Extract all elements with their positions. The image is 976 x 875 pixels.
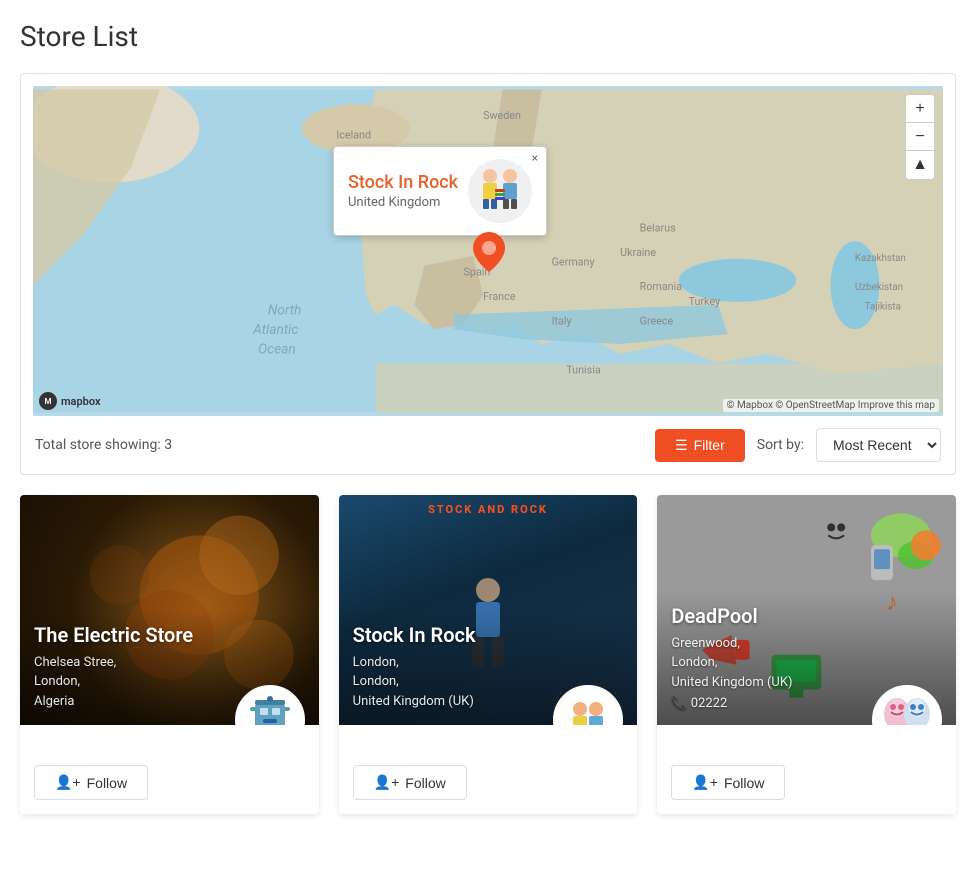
store-toolbar: Total store showing: 3 ☰ Filter Sort by:…	[33, 428, 943, 462]
store-count: Total store showing: 3	[35, 437, 172, 453]
svg-text:Tajikista: Tajikista	[865, 302, 901, 313]
svg-text:Germany: Germany	[552, 256, 595, 269]
svg-text:Iceland: Iceland	[336, 128, 371, 141]
map-container: North Atlantic Ocean Iceland Sweden Germ…	[33, 86, 943, 416]
follow-label-1: Follow	[87, 775, 127, 791]
svg-text:Uzbekistan: Uzbekistan	[855, 282, 903, 293]
zoom-in-button[interactable]: +	[906, 95, 934, 123]
follow-icon-2: 👤+	[374, 774, 400, 791]
svg-text:Belarus: Belarus	[640, 221, 676, 234]
map-attribution: © Mapbox © OpenStreetMap Improve this ma…	[723, 399, 939, 412]
map-controls: + − ▲	[905, 94, 935, 180]
sort-label: Sort by:	[757, 437, 804, 453]
svg-text:Ocean: Ocean	[258, 342, 296, 358]
store-card-footer-2: 👤+ Follow	[339, 725, 638, 814]
zoom-out-button[interactable]: −	[906, 123, 934, 151]
follow-label-3: Follow	[724, 775, 764, 791]
store-banner-2: STOCK AND ROCK	[339, 503, 638, 516]
follow-button-2[interactable]: 👤+ Follow	[353, 765, 467, 800]
svg-text:Greece: Greece	[640, 314, 674, 327]
store-card-name-1: The Electric Store	[34, 623, 305, 647]
svg-text:North: North	[268, 303, 302, 319]
store-card-image-1: The Electric Store Chelsea Stree, London…	[20, 495, 319, 725]
follow-icon-1: 👤+	[55, 774, 81, 791]
svg-text:Ukraine: Ukraine	[620, 246, 656, 259]
svg-text:Tunisia: Tunisia	[566, 363, 601, 376]
map-marker	[473, 232, 505, 276]
svg-text:Kazakhstan: Kazakhstan	[855, 253, 906, 264]
map-section: North Atlantic Ocean Iceland Sweden Germ…	[20, 73, 956, 475]
page-title: Store List	[20, 20, 956, 53]
store-card-image-2: STOCK AND ROCK Stock In Rock London, Lon…	[339, 495, 638, 725]
svg-text:Atlantic: Atlantic	[252, 322, 298, 338]
popup-avatar	[468, 159, 532, 223]
compass-button[interactable]: ▲	[906, 151, 934, 179]
popup-country: United Kingdom	[348, 195, 458, 210]
page-container: Store List	[0, 0, 976, 875]
store-card-2: STOCK AND ROCK Stock In Rock London, Lon…	[339, 495, 638, 814]
store-card-3: ♪ DeadPool Greenw	[657, 495, 956, 814]
svg-text:Sweden: Sweden	[483, 109, 521, 122]
store-card-footer-3: 👤+ Follow	[657, 725, 956, 814]
svg-text:Turkey: Turkey	[689, 295, 721, 308]
follow-label-2: Follow	[405, 775, 445, 791]
popup-close-button[interactable]: ×	[532, 151, 538, 165]
map-popup: Stock In Rock United Kingdom	[333, 146, 547, 236]
popup-store-name: Stock In Rock	[348, 172, 458, 193]
filter-label: Filter	[694, 437, 725, 453]
svg-text:France: France	[483, 290, 516, 303]
store-card-1: The Electric Store Chelsea Stree, London…	[20, 495, 319, 814]
follow-button-3[interactable]: 👤+ Follow	[671, 765, 785, 800]
mapbox-logo: M mapbox	[39, 392, 101, 410]
store-card-name-2: Stock In Rock	[353, 623, 624, 647]
sort-select[interactable]: Most Recent Oldest A-Z	[816, 428, 941, 462]
mapbox-logo-icon: M	[39, 392, 57, 410]
follow-icon-3: 👤+	[692, 774, 718, 791]
svg-text:Romania: Romania	[640, 280, 683, 293]
follow-button-1[interactable]: 👤+ Follow	[34, 765, 148, 800]
toolbar-right: ☰ Filter Sort by: Most Recent Oldest A-Z	[655, 428, 941, 462]
svg-text:Italy: Italy	[552, 314, 572, 327]
store-card-name-3: DeadPool	[671, 604, 942, 628]
stores-grid: The Electric Store Chelsea Stree, London…	[20, 495, 956, 814]
filter-icon: ☰	[675, 437, 688, 454]
store-card-addr-3: Greenwood, London, United Kingdom (UK)	[671, 634, 942, 693]
filter-button[interactable]: ☰ Filter	[655, 429, 745, 462]
mapbox-logo-text: mapbox	[61, 395, 101, 408]
store-card-footer-1: 👤+ Follow	[20, 725, 319, 814]
store-card-image-3: ♪ DeadPool Greenw	[657, 495, 956, 725]
